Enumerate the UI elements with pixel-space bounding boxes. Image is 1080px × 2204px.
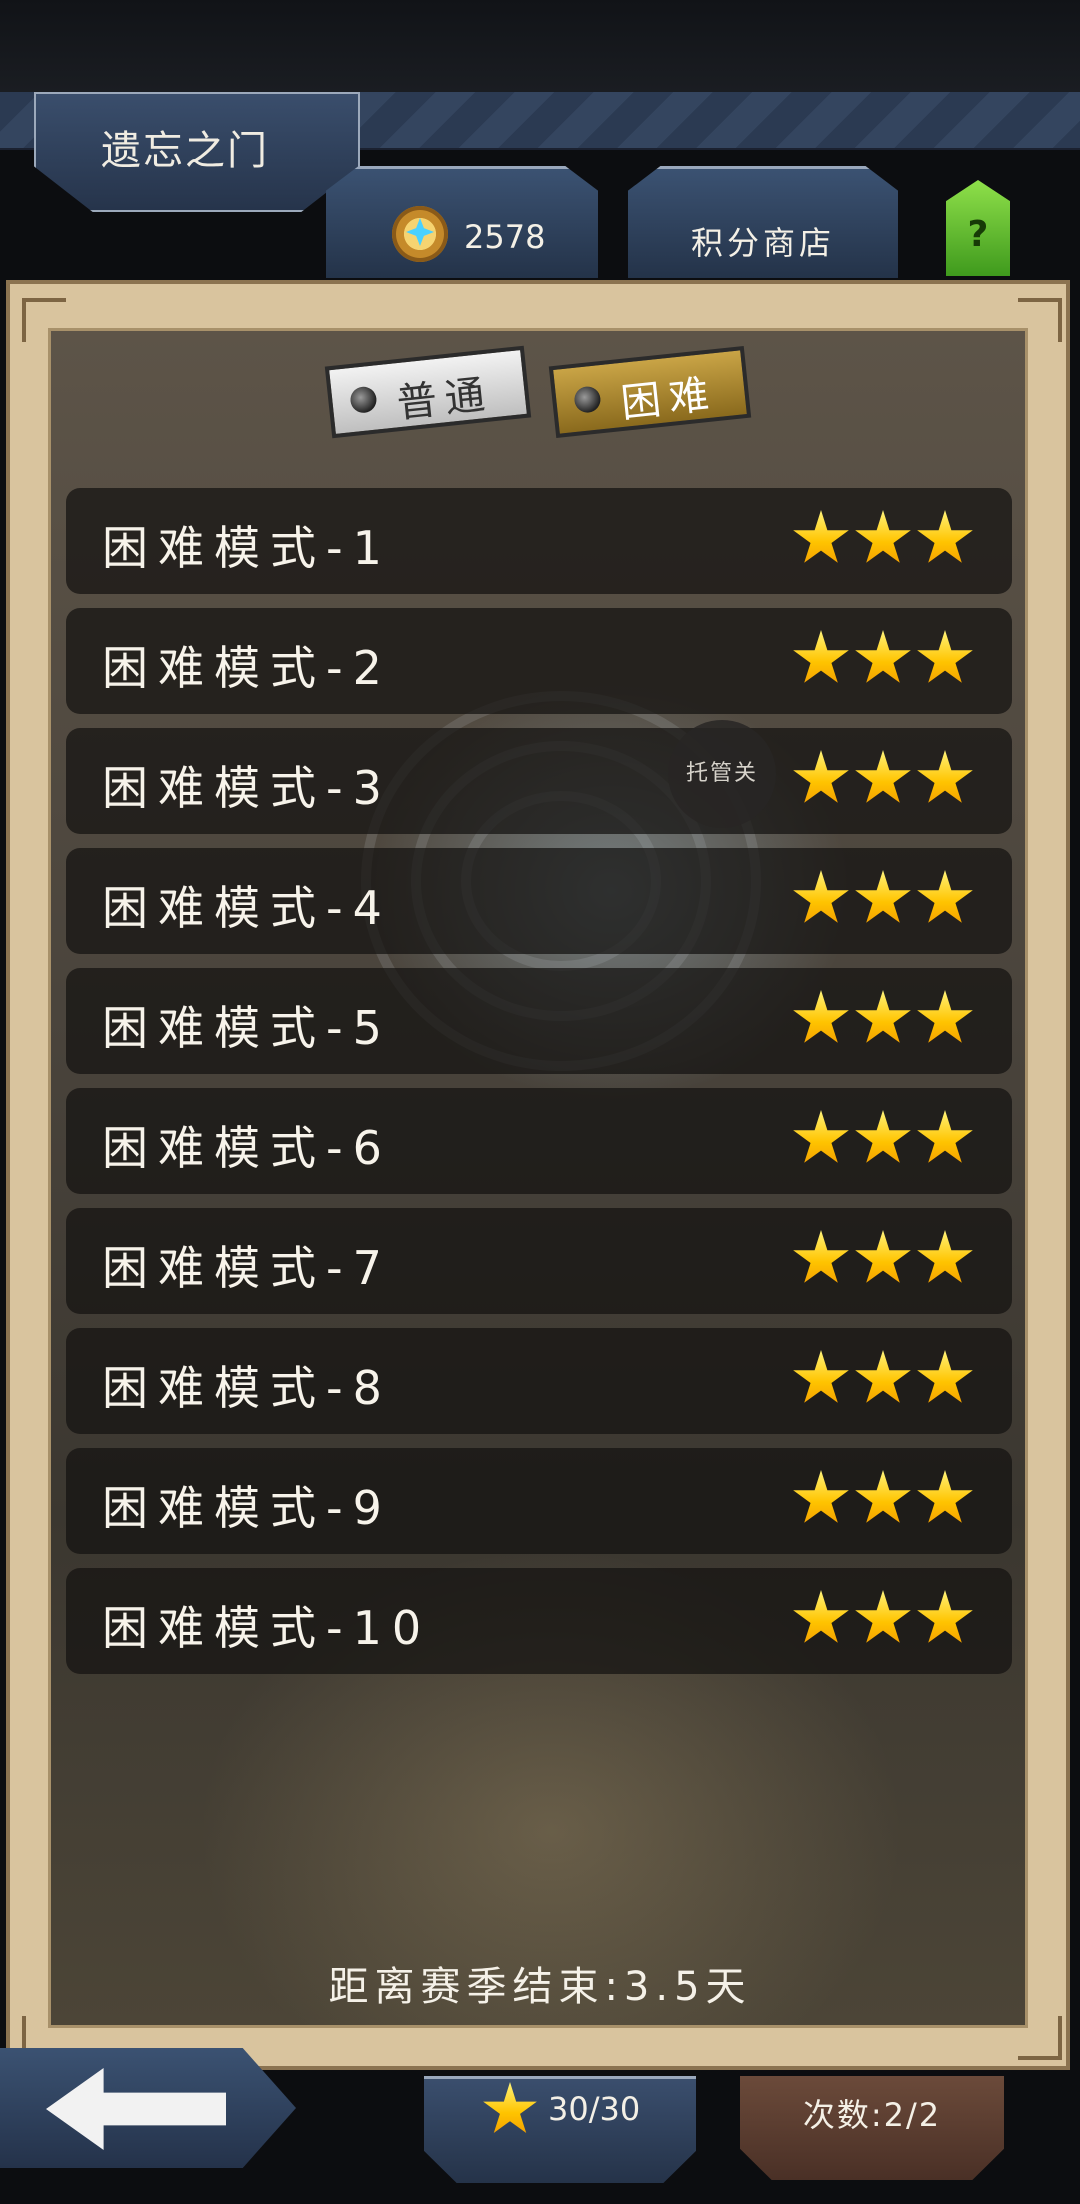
level-name: 困难模式-1: [102, 521, 392, 575]
star-rating: [792, 1230, 978, 1290]
level-name: 困难模式-3: [102, 761, 392, 815]
star-icon: [793, 1350, 849, 1403]
tab-indicator-dot: [573, 385, 602, 414]
star-rating: [792, 750, 978, 810]
star-icon: [793, 1470, 849, 1523]
star-rating: [792, 870, 978, 930]
points-shop-label[interactable]: 积分商店: [628, 218, 898, 264]
star-icon: [855, 990, 911, 1043]
level-row[interactable]: 困难模式-8: [66, 1328, 1012, 1434]
total-stars-value: 30/30: [548, 2090, 641, 2128]
star-icon: [793, 1590, 849, 1643]
star-icon: [855, 1230, 911, 1283]
star-rating: [792, 1470, 978, 1530]
season-countdown: 距离赛季结束:3.5天: [328, 1964, 752, 2010]
star-rating: [792, 990, 978, 1050]
level-row[interactable]: 困难模式-10: [66, 1568, 1012, 1674]
level-row[interactable]: 困难模式-7: [66, 1208, 1012, 1314]
level-name: 困难模式-2: [102, 641, 392, 695]
star-icon: [917, 990, 973, 1043]
status-bar: [0, 0, 1080, 92]
currency-display: [326, 166, 598, 278]
star-rating: [792, 510, 978, 570]
star-icon: [793, 1110, 849, 1163]
auto-battle-badge[interactable]: 托管关: [668, 720, 776, 828]
star-rating: [792, 1110, 978, 1170]
star-icon: [855, 870, 911, 923]
star-icon: [793, 870, 849, 923]
star-icon: [917, 1350, 973, 1403]
star-icon: [917, 750, 973, 803]
currency-value: 2578: [464, 218, 546, 256]
star-icon: [917, 1110, 973, 1163]
star-rating: [792, 1590, 978, 1650]
star-icon: [855, 1470, 911, 1523]
star-icon: [793, 630, 849, 683]
star-icon: [855, 510, 911, 563]
star-icon: [917, 510, 973, 563]
level-row[interactable]: 困难模式-4: [66, 848, 1012, 954]
tab-normal-label: 普通: [394, 371, 495, 428]
star-icon: [917, 1590, 973, 1643]
level-name: 困难模式-10: [102, 1601, 432, 1655]
star-icon: [917, 1230, 973, 1283]
star-icon: [793, 1230, 849, 1283]
level-row[interactable]: 困难模式-6: [66, 1088, 1012, 1194]
medal-gem-icon: [392, 206, 448, 262]
level-list: 困难模式-1 困难模式-2 困难模式-3 托管关 困难模式-4 困难模式-5 困…: [66, 488, 1012, 1688]
level-name: 困难模式-9: [102, 1481, 392, 1535]
level-row[interactable]: 困难模式-2: [66, 608, 1012, 714]
star-icon: [855, 1110, 911, 1163]
level-name: 困难模式-5: [102, 1001, 392, 1055]
star-icon: [855, 750, 911, 803]
star-icon: [855, 1590, 911, 1643]
star-icon: [793, 750, 849, 803]
star-icon: [917, 1470, 973, 1523]
star-icon: [793, 990, 849, 1043]
level-row[interactable]: 困难模式-5: [66, 968, 1012, 1074]
star-icon: [793, 510, 849, 563]
level-name: 困难模式-8: [102, 1361, 392, 1415]
star-icon: [855, 630, 911, 683]
star-icon: [855, 1350, 911, 1403]
attempts-value: 次数:2/2: [802, 2096, 942, 2134]
star-icon: [917, 630, 973, 683]
tab-hard-label: 困难: [618, 371, 719, 427]
level-row[interactable]: 困难模式-3 托管关: [66, 720, 1012, 834]
star-rating: [792, 1350, 978, 1410]
level-row[interactable]: 困难模式-9: [66, 1448, 1012, 1554]
level-row[interactable]: 困难模式-1: [66, 488, 1012, 594]
star-rating: [792, 630, 978, 690]
tab-indicator-dot: [349, 385, 378, 415]
star-icon: [917, 870, 973, 923]
question-icon: ?: [967, 214, 989, 255]
level-name: 困难模式-7: [102, 1241, 392, 1295]
page-title: 遗忘之门: [101, 128, 269, 174]
help-button[interactable]: ?: [946, 180, 1010, 276]
level-name: 困难模式-4: [102, 881, 392, 935]
level-name: 困难模式-6: [102, 1121, 392, 1175]
